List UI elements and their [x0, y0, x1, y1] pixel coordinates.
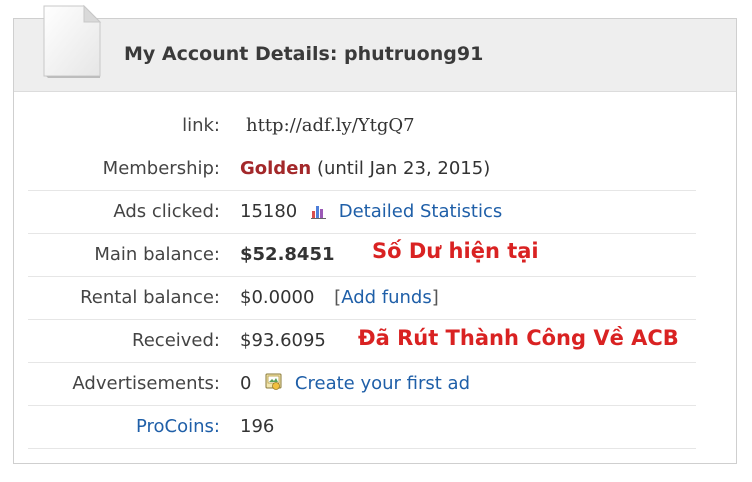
advertisements-value: 0 Create your first ad	[240, 363, 470, 405]
membership-label: Membership:	[102, 158, 220, 179]
advertisements-count: 0	[240, 373, 252, 394]
ads-clicked-label: Ads clicked:	[113, 201, 220, 222]
ads-clicked-count: 15180	[240, 201, 298, 222]
procoins-link[interactable]: ProCoins:	[28, 406, 220, 448]
referral-link-value[interactable]: http://adf.ly/YtgQ7	[246, 106, 415, 146]
advertisements-label: Advertisements:	[72, 373, 220, 394]
rental-balance-amount: $0.0000	[240, 287, 315, 308]
ads-clicked-row: Ads clicked: 15180 Detailed Statistics	[28, 191, 696, 234]
ads-clicked-value: 15180 Detailed Statistics	[240, 191, 502, 233]
add-funds-link[interactable]: Add funds	[341, 287, 432, 308]
document-icon	[43, 4, 102, 78]
main-balance-label: Main balance:	[94, 244, 220, 265]
rental-balance-label: Rental balance:	[80, 287, 220, 308]
membership-row: Membership: Golden (until Jan 23, 2015)	[28, 148, 696, 191]
panel-header: My Account Details: phutruong91	[14, 19, 736, 92]
link-label: link:	[182, 115, 220, 136]
membership-value: Golden (until Jan 23, 2015)	[240, 148, 490, 190]
create-first-ad-link[interactable]: Create your first ad	[295, 373, 470, 394]
membership-until: (until Jan 23, 2015)	[316, 158, 491, 179]
received-label: Received:	[132, 330, 220, 351]
detailed-statistics-link[interactable]: Detailed Statistics	[339, 201, 503, 222]
received-value: $93.6095	[240, 330, 326, 351]
received-annotation: Đã Rút Thành Công Về ACB	[358, 326, 679, 350]
bracket-close: ]	[431, 287, 439, 308]
bar-chart-icon	[311, 206, 326, 219]
rental-balance-value: $0.0000 [Add funds]	[240, 277, 439, 319]
advertisements-row: Advertisements: 0 Create your first ad	[28, 363, 696, 406]
procoins-value: 196	[240, 416, 275, 437]
main-balance-row: Main balance: $52.8451	[28, 234, 696, 277]
procoins-row: ProCoins: 196	[28, 406, 696, 449]
membership-level: Golden	[240, 158, 312, 179]
rental-balance-row: Rental balance: $0.0000 [Add funds]	[28, 277, 696, 320]
main-balance-value: $52.8451	[240, 244, 335, 265]
main-balance-annotation: Số Dư hiện tại	[372, 239, 539, 263]
link-row: link: http://adf.ly/YtgQ7	[28, 106, 696, 146]
panel-title: My Account Details: phutruong91	[124, 43, 484, 65]
ad-image-icon	[265, 373, 282, 390]
